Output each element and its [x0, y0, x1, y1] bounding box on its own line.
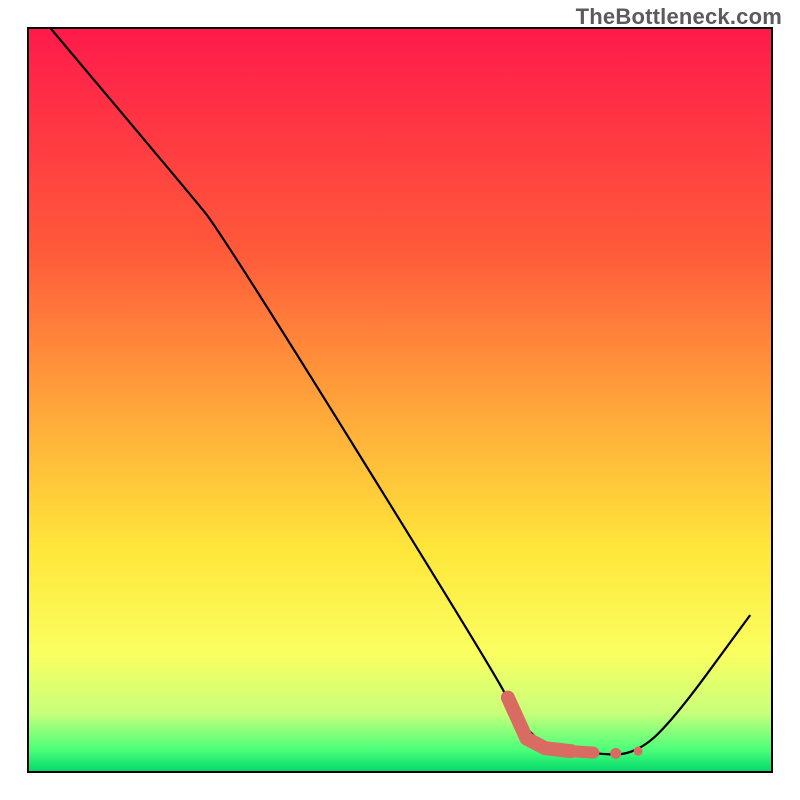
gradient-background	[28, 28, 772, 772]
highlight-dash	[571, 751, 593, 752]
highlight-dot	[634, 747, 643, 756]
bottleneck-chart	[0, 0, 800, 800]
watermark-text: TheBottleneck.com	[576, 4, 782, 30]
highlight-dot	[610, 748, 621, 759]
